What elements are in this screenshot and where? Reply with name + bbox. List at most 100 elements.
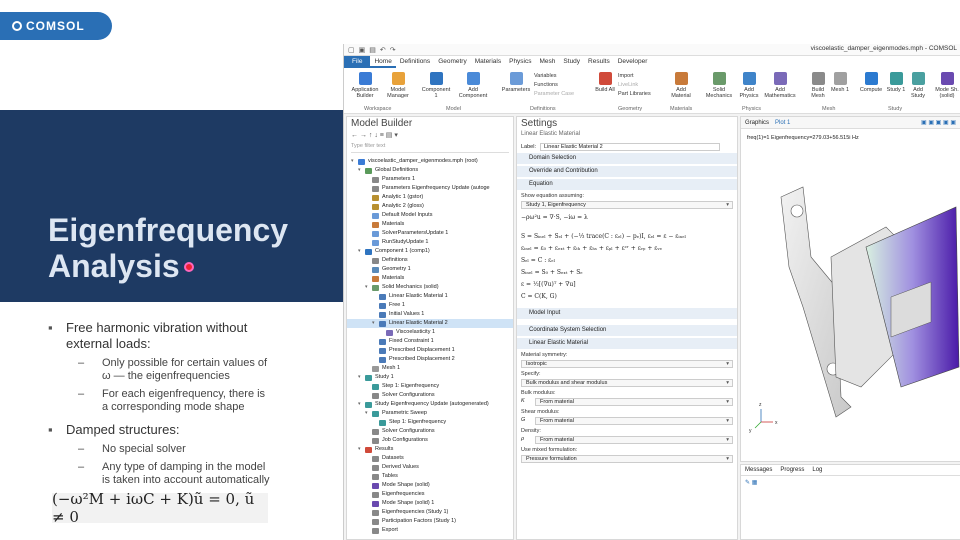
tab-materials[interactable]: Materials [471, 56, 505, 68]
compute-button[interactable]: Compute [858, 72, 884, 93]
livelink-button[interactable]: LiveLink [618, 81, 651, 90]
undo-icon[interactable]: ↶ [380, 46, 386, 54]
tree-node[interactable]: ▾ Solid Mechanics (solid) [347, 283, 513, 292]
tree-node[interactable]: ▾ Study Eigenfrequency Update (autogenera… [347, 400, 513, 409]
tree-node[interactable]: Definitions [347, 256, 513, 265]
tab-physics[interactable]: Physics [505, 56, 535, 68]
tree-node[interactable]: Participation Factors (Study 1) [347, 517, 513, 526]
mode-shape-plot[interactable]: z x y [741, 147, 960, 447]
open-icon[interactable]: ▣ [359, 46, 366, 54]
section-coordinate-system[interactable]: Coordinate System Selection [517, 325, 737, 336]
add-physics-button[interactable]: Add Physics [738, 72, 760, 99]
component-button[interactable]: Component 1 [420, 72, 452, 99]
tree-node[interactable]: Job Configurations [347, 436, 513, 445]
part-libraries-button[interactable]: Part Libraries [618, 90, 651, 99]
tab-messages[interactable]: Messages [745, 467, 772, 473]
tree-node[interactable]: Export [347, 526, 513, 535]
variables-button[interactable]: Variables [534, 72, 574, 81]
tree-node[interactable]: Geometry 1 [347, 265, 513, 274]
tree-filter-input[interactable]: Type filter text [351, 143, 509, 153]
tree-node[interactable]: Solver Configurations [347, 427, 513, 436]
tree-node[interactable]: Free 1 [347, 301, 513, 310]
tree-node[interactable]: ▾ Component 1 (comp1) [347, 247, 513, 256]
expand-arrow-icon[interactable]: ▾ [358, 445, 365, 454]
tree-node[interactable]: Analytic 2 (gloss) [347, 202, 513, 211]
tree-node[interactable]: ▾ viscoelastic_damper_eigenmodes.mph (roo… [347, 157, 513, 166]
specify-select[interactable]: Bulk modulus and shear modulus [521, 379, 733, 387]
tree-node[interactable]: Datasets [347, 454, 513, 463]
graphics-toolbar-icons[interactable]: ▣ ▣ ▣ ▣ ▣ [921, 119, 956, 126]
tab-developer[interactable]: Developer [614, 56, 652, 68]
tree-node[interactable]: ▾ Results [347, 445, 513, 454]
add-material-button[interactable]: Add Material [668, 72, 694, 99]
tree-node[interactable]: Initial Values 1 [347, 310, 513, 319]
expand-arrow-icon[interactable]: ▾ [358, 373, 365, 382]
study-1-button[interactable]: Study 1 [886, 72, 906, 93]
tab-plot-1[interactable]: Plot 1 [775, 120, 790, 126]
tree-node[interactable]: Parameters 1 [347, 175, 513, 184]
tree-node[interactable]: Step 1: Eigenfrequency [347, 382, 513, 391]
mesh-1-button[interactable]: Mesh 1 [830, 72, 850, 93]
model-manager-button[interactable]: Model Manager [384, 72, 412, 99]
tab-graphics[interactable]: Graphics [745, 120, 769, 126]
tree-node[interactable]: Viscoelasticity 1 [347, 328, 513, 337]
tab-progress[interactable]: Progress [780, 467, 804, 473]
bulk-modulus-select[interactable]: From material [535, 398, 733, 406]
expand-arrow-icon[interactable]: ▾ [365, 283, 372, 292]
tree-node[interactable]: Fixed Constraint 1 [347, 337, 513, 346]
tree-node[interactable]: Default Model Inputs [347, 211, 513, 220]
tree-node[interactable]: Mode Shape (solid) 1 [347, 499, 513, 508]
tree-node[interactable]: Materials [347, 274, 513, 283]
expand-arrow-icon[interactable]: ▾ [358, 400, 365, 409]
tree-node[interactable]: RunStudyUpdate 1 [347, 238, 513, 247]
show-eq-select[interactable]: Study 1, Eigenfrequency [521, 201, 733, 209]
tree-node[interactable]: Mesh 1 [347, 364, 513, 373]
tree-node[interactable]: Prescribed Displacement 2 [347, 355, 513, 364]
tree-node[interactable]: Step 1: Eigenfrequency [347, 418, 513, 427]
tree-node[interactable]: SolverParametersUpdate 1 [347, 229, 513, 238]
parameters-button[interactable]: Parameters [500, 72, 532, 93]
add-study-button[interactable]: Add Study [908, 72, 928, 99]
save-icon[interactable]: ▤ [369, 46, 376, 54]
label-field[interactable]: Linear Elastic Material 2 [540, 143, 720, 151]
shear-modulus-select[interactable]: From material [535, 417, 733, 425]
tab-home[interactable]: Home [370, 56, 396, 68]
expand-arrow-icon[interactable]: ▾ [358, 247, 365, 256]
mode-shape-button[interactable]: Mode Sh. (solid) [934, 72, 960, 99]
tab-results[interactable]: Results [584, 56, 614, 68]
tree-node[interactable]: ▾ Parametric Sweep [347, 409, 513, 418]
redo-icon[interactable]: ↷ [390, 46, 396, 54]
tree-node[interactable]: Eigenfrequencies (Study 1) [347, 508, 513, 517]
material-symmetry-select[interactable]: Isotropic [521, 360, 733, 368]
add-component-button[interactable]: Add Component [456, 72, 490, 99]
section-equation[interactable]: Equation [517, 179, 737, 190]
tree-node[interactable]: Analytic 1 (gstor) [347, 193, 513, 202]
section-domain-selection[interactable]: Domain Selection [517, 153, 737, 164]
tree-node[interactable]: ▾ Global Definitions [347, 166, 513, 175]
parameter-case-button[interactable]: Parameter Case [534, 90, 574, 99]
tree-node[interactable]: Derived Values [347, 463, 513, 472]
expand-arrow-icon[interactable]: ▾ [358, 166, 365, 175]
tab-study[interactable]: Study [559, 56, 584, 68]
tree-node[interactable]: Eigenfrequencies [347, 490, 513, 499]
expand-arrow-icon[interactable]: ▾ [372, 319, 379, 328]
section-linear-elastic[interactable]: Linear Elastic Material [517, 338, 737, 349]
section-override[interactable]: Override and Contribution [517, 166, 737, 177]
tab-mesh[interactable]: Mesh [536, 56, 560, 68]
functions-button[interactable]: Functions [534, 81, 574, 90]
tree-node[interactable]: Prescribed Displacement 1 [347, 346, 513, 355]
tab-definitions[interactable]: Definitions [396, 56, 434, 68]
build-mesh-button[interactable]: Build Mesh [808, 72, 828, 99]
new-file-icon[interactable]: ▢ [348, 46, 355, 54]
tree-node[interactable]: Tables [347, 472, 513, 481]
tab-geometry[interactable]: Geometry [434, 56, 471, 68]
tree-node[interactable]: Linear Elastic Material 1 [347, 292, 513, 301]
tab-file[interactable]: File [344, 56, 371, 68]
tree-node[interactable]: Solver Configurations [347, 391, 513, 400]
expand-arrow-icon[interactable]: ▾ [365, 409, 372, 418]
mixed-formulation-select[interactable]: Pressure formulation [521, 455, 733, 463]
clear-messages-icon[interactable]: ✎ ▦ [741, 476, 960, 489]
expand-arrow-icon[interactable]: ▾ [351, 157, 358, 166]
solid-mechanics-button[interactable]: Solid Mechanics [702, 72, 736, 99]
tree-node[interactable]: Materials [347, 220, 513, 229]
